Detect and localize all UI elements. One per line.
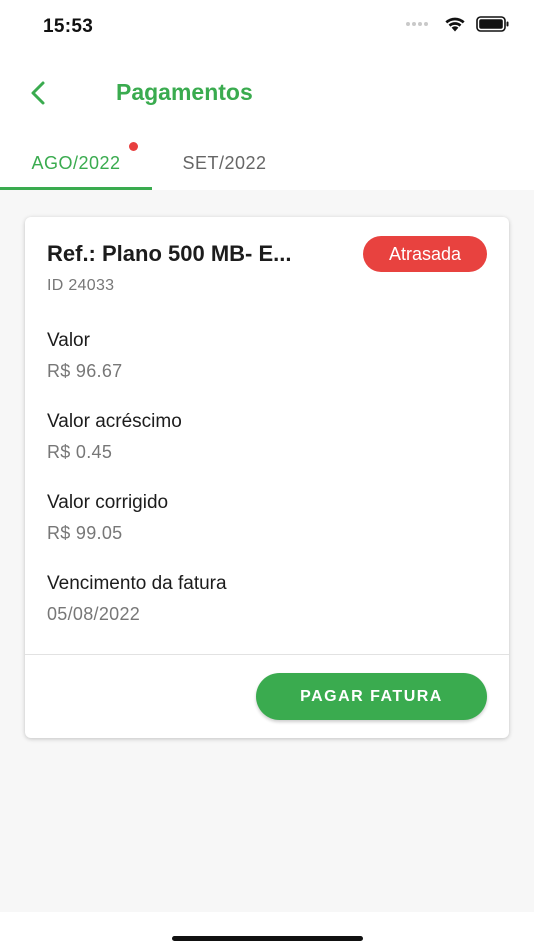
tab-set-2022[interactable]: SET/2022: [152, 136, 297, 190]
field-label: Valor corrigido: [47, 492, 169, 513]
field-label: Valor acréscimo: [47, 411, 182, 432]
card-divider: [25, 654, 509, 655]
tab-label: AGO/2022: [31, 152, 121, 173]
field-valor-corrigido: Valor corrigido R$ 99.05: [47, 492, 168, 544]
wifi-icon: [445, 17, 465, 32]
field-label: Vencimento da fatura: [47, 573, 227, 594]
chevron-left-icon: [31, 81, 45, 105]
status-bar: 15:53: [0, 0, 534, 52]
bottom-safe-area: [0, 912, 534, 950]
back-button[interactable]: [20, 76, 56, 110]
field-value: R$ 0.45: [47, 442, 113, 462]
invoice-card: Ref.: Plano 500 MB- E... Atrasada ID 240…: [25, 217, 509, 738]
battery-icon: [476, 16, 509, 32]
app-header: Pagamentos AGO/2022 SET/2022: [0, 52, 534, 190]
invoice-id: ID 24033: [47, 277, 115, 294]
status-badge: Atrasada: [363, 236, 487, 272]
status-icons: [406, 16, 510, 32]
field-valor-acrescimo: Valor acréscimo R$ 0.45: [47, 411, 182, 463]
field-value: R$ 96.67: [47, 361, 123, 381]
field-label: Valor: [47, 330, 90, 351]
field-valor: Valor R$ 96.67: [47, 330, 122, 382]
field-value: 05/08/2022: [47, 604, 141, 624]
pay-invoice-button[interactable]: PAGAR FATURA: [256, 673, 487, 720]
field-value: R$ 99.05: [47, 523, 123, 543]
tab-label: SET/2022: [182, 152, 267, 173]
status-time: 15:53: [43, 16, 94, 37]
active-tab-indicator: [0, 187, 152, 190]
invoice-title: Ref.: Plano 500 MB- E...: [47, 241, 292, 266]
notification-dot: [129, 142, 138, 151]
payments-screen: 15:53 Pagamentos AGO/2022 SET/2022 Ref.:…: [0, 0, 534, 950]
month-tabs: AGO/2022 SET/2022: [0, 136, 534, 190]
page-title: Pagamentos: [116, 79, 253, 105]
field-vencimento: Vencimento da fatura 05/08/2022: [47, 573, 227, 625]
home-indicator[interactable]: [172, 936, 363, 941]
cellular-signal-icon: [406, 22, 428, 26]
